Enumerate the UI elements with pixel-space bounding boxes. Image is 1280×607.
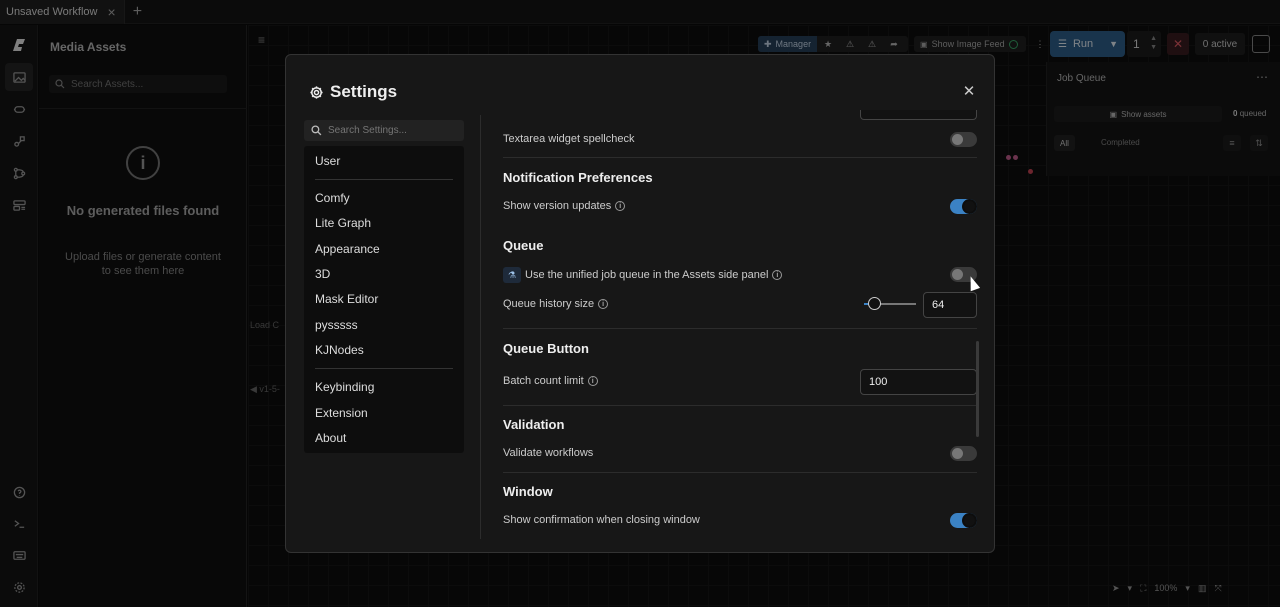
toggle-textarea-spellcheck[interactable] [950, 132, 977, 147]
nav-item-kjnodes[interactable]: KJNodes [315, 343, 364, 357]
toggle-confirm-close[interactable] [950, 513, 977, 528]
setting-label-unified-queue: Use the unified job queue in the Assets … [525, 269, 769, 281]
queue-history-size-input[interactable]: 64 [923, 292, 977, 318]
section-window: Window [503, 484, 553, 499]
setting-row-version-updates: Show version updates i [503, 200, 626, 212]
section-queue: Queue [503, 238, 544, 253]
setting-divider [503, 328, 977, 329]
nav-item-keybinding[interactable]: Keybinding [315, 380, 374, 394]
info-icon[interactable]: i [772, 270, 783, 280]
setting-row-batch-count-limit: Batch count limit i [503, 375, 598, 387]
setting-label-version-updates: Show version updates [503, 200, 612, 212]
settings-content: Textarea widget spellcheck Notification … [503, 110, 977, 540]
nav-item-lite-graph[interactable]: Lite Graph [315, 216, 371, 230]
settings-search-box [304, 120, 464, 141]
setting-divider [503, 157, 977, 158]
setting-label-validate-workflows: Validate workflows [503, 447, 594, 459]
section-validation: Validation [503, 417, 565, 432]
settings-search-input[interactable] [328, 125, 458, 136]
setting-label-confirm-close: Show confirmation when closing window [503, 514, 700, 526]
setting-label-queue-history-size: Queue history size [503, 298, 595, 310]
setting-label-textarea-spellcheck: Textarea widget spellcheck [503, 133, 635, 145]
info-icon[interactable]: i [615, 201, 626, 211]
search-icon [311, 125, 322, 136]
dialog-divider [480, 115, 481, 539]
settings-title-text: Settings [330, 82, 398, 101]
setting-row-unified-queue: ⚗ Use the unified job queue in the Asset… [503, 267, 783, 283]
section-queue-button: Queue Button [503, 341, 589, 356]
nav-divider [315, 368, 453, 369]
nav-item-user[interactable]: User [315, 154, 340, 168]
setting-divider [503, 472, 977, 473]
experimental-flask-icon: ⚗ [503, 267, 521, 283]
nav-item-extension[interactable]: Extension [315, 406, 368, 420]
batch-count-limit-input[interactable]: 100 [860, 369, 977, 395]
nav-item-appearance[interactable]: Appearance [315, 242, 380, 256]
nav-item-about[interactable]: About [315, 431, 346, 445]
toggle-show-version-updates[interactable] [950, 199, 977, 214]
nav-item-3d[interactable]: 3D [315, 267, 330, 281]
setting-row-queue-history: Queue history size i [503, 298, 609, 310]
close-dialog-icon[interactable]: ✕ [962, 84, 976, 99]
setting-divider [503, 405, 977, 406]
settings-nav: User Comfy Lite Graph Appearance 3D Mask… [304, 146, 464, 453]
setting-input-partial[interactable] [860, 110, 977, 120]
section-notification-preferences: Notification Preferences [503, 170, 653, 185]
settings-title: Settings [309, 82, 397, 102]
settings-scrollbar[interactable] [976, 341, 979, 437]
info-icon[interactable]: i [598, 299, 609, 309]
nav-item-mask-editor[interactable]: Mask Editor [315, 292, 378, 306]
info-icon[interactable]: i [587, 376, 598, 386]
nav-divider [315, 179, 453, 180]
nav-item-pysssss[interactable]: pysssss [315, 318, 358, 332]
toggle-validate-workflows[interactable] [950, 446, 977, 461]
nav-item-comfy[interactable]: Comfy [315, 191, 350, 205]
gear-icon [310, 85, 323, 99]
setting-label-batch-count-limit: Batch count limit [503, 375, 584, 387]
